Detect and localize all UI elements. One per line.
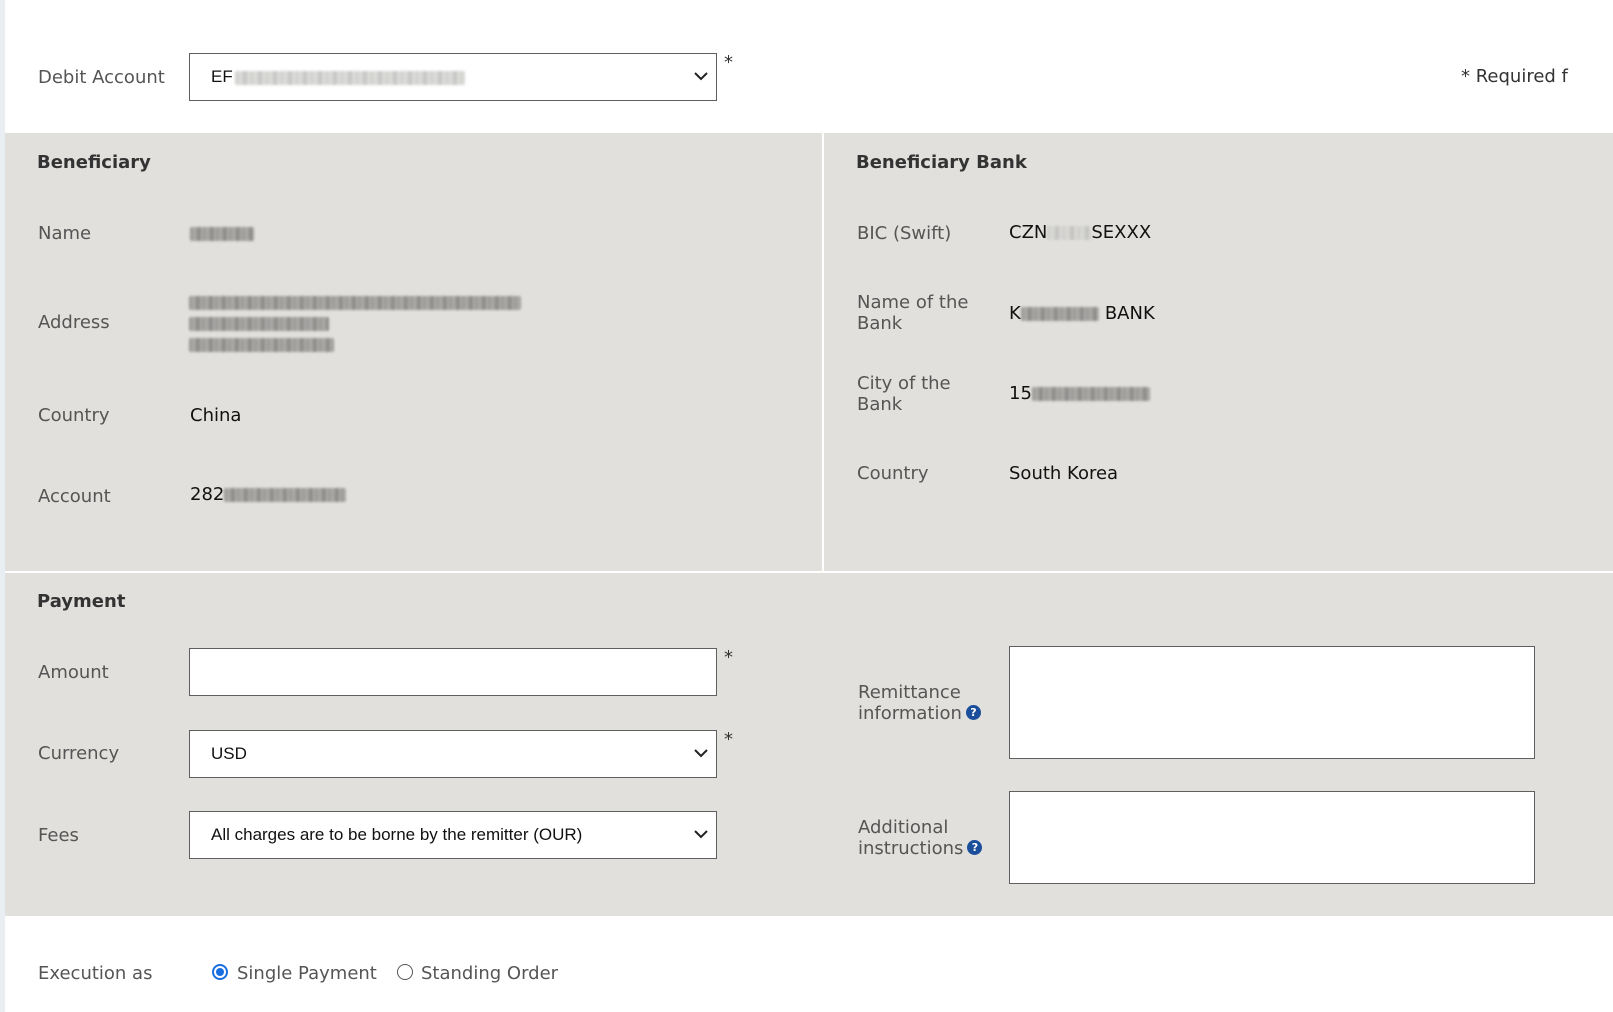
beneficiary-name-label: Name [38,223,92,244]
remittance-label: Remittance information? [858,682,981,724]
currency-label: Currency [38,743,120,764]
beneficiary-country-label: Country [38,405,110,426]
bic-label: BIC (Swift) [857,223,952,244]
fees-select[interactable]: All charges are to be borne by the remit… [189,811,717,859]
currency-value: USD [211,744,247,763]
bic-value: CZN SEXXX [1009,222,1152,243]
single-payment-radio[interactable] [212,964,228,980]
additional-instructions-label: Additional instructions? [858,817,983,859]
fees-label: Fees [38,825,79,846]
currency-select[interactable]: USD [189,730,717,778]
beneficiary-bank-title: Beneficiary Bank [856,152,1027,173]
beneficiary-country-value: China [190,405,242,426]
required-marker: * [724,729,733,750]
chevron-down-icon [694,830,708,839]
standing-order-radio[interactable] [397,964,413,980]
chevron-down-icon [694,72,708,81]
beneficiary-account-value: 282 [190,484,347,506]
beneficiary-account-label: Account [38,486,111,507]
debit-account-value: EF [211,67,465,87]
bank-name-label: Name of the Bank [857,292,969,334]
standing-order-label[interactable]: Standing Order [421,963,558,985]
amount-input[interactable] [189,648,717,696]
beneficiary-bank-panel [824,133,1613,571]
beneficiary-address-label: Address [38,312,110,333]
required-marker: * [724,52,733,73]
amount-label: Amount [38,662,109,683]
required-fields-note: * Required f [1461,66,1568,87]
additional-instructions-textarea[interactable] [1009,791,1535,884]
beneficiary-address-value [189,292,521,355]
debit-account-label: Debit Account [38,67,165,88]
beneficiary-title: Beneficiary [37,152,151,173]
info-icon[interactable]: ? [967,839,983,855]
fees-value: All charges are to be borne by the remit… [211,825,583,844]
single-payment-label[interactable]: Single Payment [237,963,377,985]
chevron-down-icon [694,749,708,758]
bank-country-value: South Korea [1009,463,1119,484]
beneficiary-name-value [190,223,254,245]
execution-label: Execution as [38,963,153,984]
bank-city-label: City of the Bank [857,373,951,415]
bank-country-label: Country [857,463,929,484]
required-marker: * [724,647,733,668]
debit-account-select[interactable]: EF [189,53,717,101]
remittance-textarea[interactable] [1009,646,1535,759]
bank-name-value: K BANK [1009,303,1155,324]
payment-title: Payment [37,591,126,612]
info-icon[interactable]: ? [965,704,981,720]
bank-city-value: 15 [1009,383,1150,405]
